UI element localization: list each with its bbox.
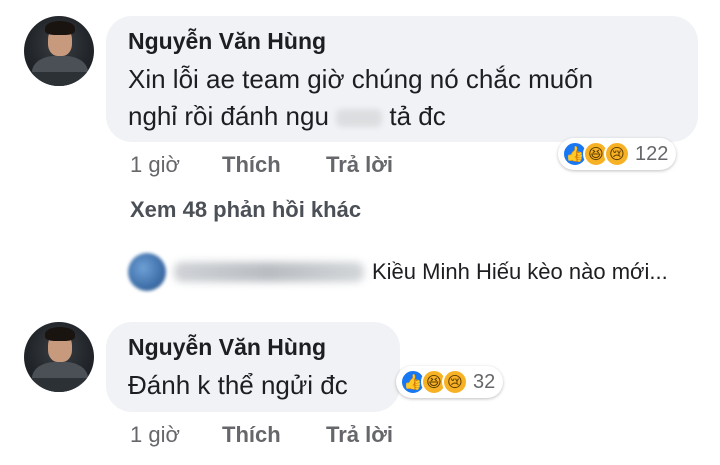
reply-button[interactable]: Trả lời [326, 422, 393, 448]
reply-avatar [128, 253, 166, 291]
comment-text: Đánh k thể ngửi đc [128, 370, 348, 400]
comment-author[interactable]: Nguyễn Văn Hùng [128, 334, 378, 361]
comment-text: Xin lỗi ae team giờ chúng nó chắc muốn n… [128, 61, 676, 135]
avatar-desk [24, 72, 94, 86]
reply-button[interactable]: Trả lời [326, 152, 393, 178]
avatar-desk [24, 378, 94, 392]
like-button[interactable]: Thích [222, 152, 281, 178]
reaction-summary[interactable]: 👍 😆 😢 122 [558, 138, 677, 170]
reply-preview[interactable]: Kiều Minh Hiếu kèo nào mới... [128, 252, 668, 292]
reaction-count: 32 [473, 370, 496, 393]
reaction-count: 122 [635, 142, 669, 165]
comment-text-line1: Xin lỗi ae team giờ chúng nó chắc muốn [128, 64, 594, 94]
like-button[interactable]: Thích [222, 422, 281, 448]
blurred-reply-author [174, 262, 364, 282]
comment-author[interactable]: Nguyễn Văn Hùng [128, 28, 676, 55]
comment-text-line2-end: tả đc [382, 101, 446, 131]
view-more-replies-link[interactable]: Xem 48 phản hồi khác [130, 197, 361, 223]
comment-bubble: Nguyễn Văn Hùng Đánh k thể ngửi đc [106, 322, 400, 412]
sad-icon: 😢 [604, 141, 630, 167]
avatar-hair [45, 21, 75, 35]
commenter-avatar[interactable] [24, 322, 94, 392]
avatar-hair [45, 327, 75, 341]
comment-text-line2-start: nghỉ rồi đánh ngu [128, 101, 337, 131]
reaction-summary[interactable]: 👍 😆 😢 32 [396, 366, 504, 398]
reply-preview-text: Kiều Minh Hiếu kèo nào mới... [372, 259, 668, 284]
comment-bubble: Nguyễn Văn Hùng Xin lỗi ae team giờ chún… [106, 16, 698, 142]
comment-timestamp[interactable]: 1 giờ [130, 152, 180, 178]
censored-word [336, 109, 383, 128]
sad-icon: 😢 [442, 369, 468, 395]
comment-timestamp[interactable]: 1 giờ [130, 422, 180, 448]
commenter-avatar[interactable] [24, 16, 94, 86]
